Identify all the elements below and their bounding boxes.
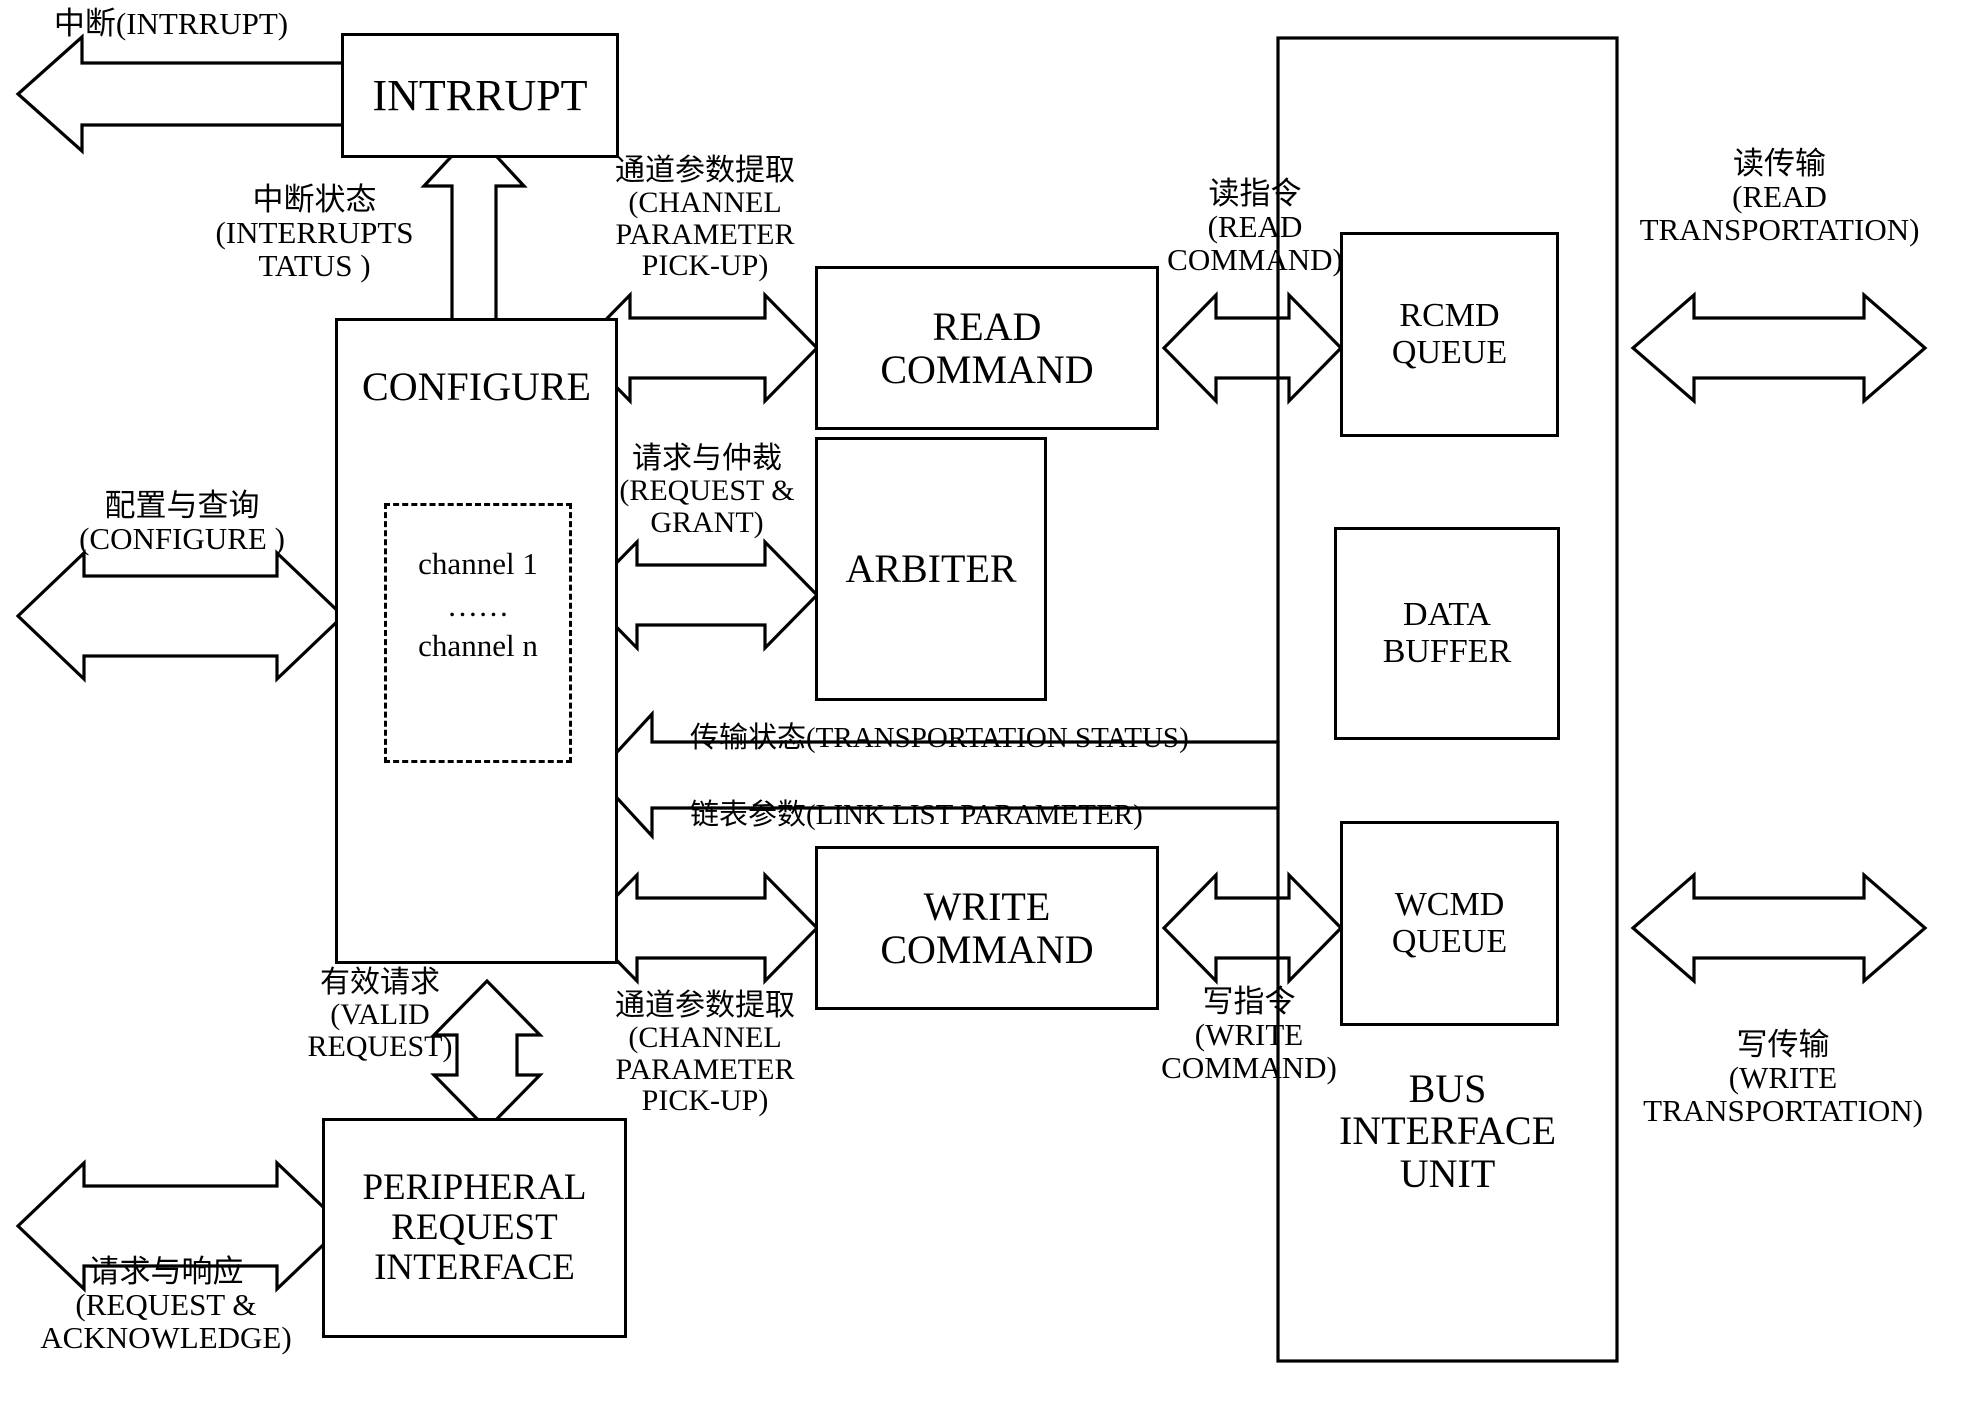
block-arbiter-label: ARBITER bbox=[845, 546, 1017, 592]
arrow-write-transportation bbox=[1630, 871, 1928, 985]
arrow-channel-param-write bbox=[582, 871, 820, 985]
arrow-request-grant bbox=[582, 538, 820, 652]
block-configure-label: CONFIGURE bbox=[362, 364, 591, 409]
block-wcmd-queue-label: WCMD QUEUE bbox=[1391, 885, 1508, 960]
block-read-command-label: READ COMMAND bbox=[880, 303, 1094, 392]
arrow-interrupt-status bbox=[420, 129, 528, 325]
block-arbiter[interactable]: ARBITER bbox=[815, 437, 1047, 701]
diagram-canvas: INTRRUPT CONFIGURE channel 1 …… channel … bbox=[0, 0, 1961, 1409]
arrow-request-acknowledge bbox=[15, 1159, 346, 1293]
block-peripheral-request-interface[interactable]: PERIPHERAL REQUEST INTERFACE bbox=[322, 1118, 627, 1338]
block-write-command[interactable]: WRITE COMMAND bbox=[815, 846, 1159, 1010]
diagram-vector-layer bbox=[15, 33, 1928, 1363]
configure-channel-list: channel 1 …… channel n bbox=[384, 503, 572, 763]
arrow-read-transportation bbox=[1630, 291, 1928, 405]
channel-last-label: channel n bbox=[418, 628, 538, 663]
arrow-configure-query bbox=[15, 549, 346, 683]
arrow-valid-request bbox=[430, 978, 544, 1132]
block-data-buffer[interactable]: DATA BUFFER bbox=[1334, 527, 1560, 740]
arrow-transportation-status-and-link-list bbox=[593, 709, 1280, 841]
block-rcmd-queue-label: RCMD QUEUE bbox=[1391, 296, 1508, 371]
block-intrrupt-label: INTRRUPT bbox=[372, 70, 588, 120]
block-peripheral-request-interface-label: PERIPHERAL REQUEST INTERFACE bbox=[362, 1167, 587, 1288]
block-rcmd-queue[interactable]: RCMD QUEUE bbox=[1340, 232, 1559, 437]
block-intrrupt[interactable]: INTRRUPT bbox=[341, 33, 619, 158]
block-wcmd-queue[interactable]: WCMD QUEUE bbox=[1340, 821, 1559, 1026]
block-data-buffer-label: DATA BUFFER bbox=[1382, 595, 1512, 670]
block-read-command[interactable]: READ COMMAND bbox=[815, 266, 1159, 430]
channel-first-label: channel 1 bbox=[418, 546, 538, 581]
block-write-command-label: WRITE COMMAND bbox=[880, 883, 1094, 972]
arrow-interrupt-out bbox=[15, 33, 346, 155]
channel-ellipsis-label: …… bbox=[447, 588, 509, 623]
